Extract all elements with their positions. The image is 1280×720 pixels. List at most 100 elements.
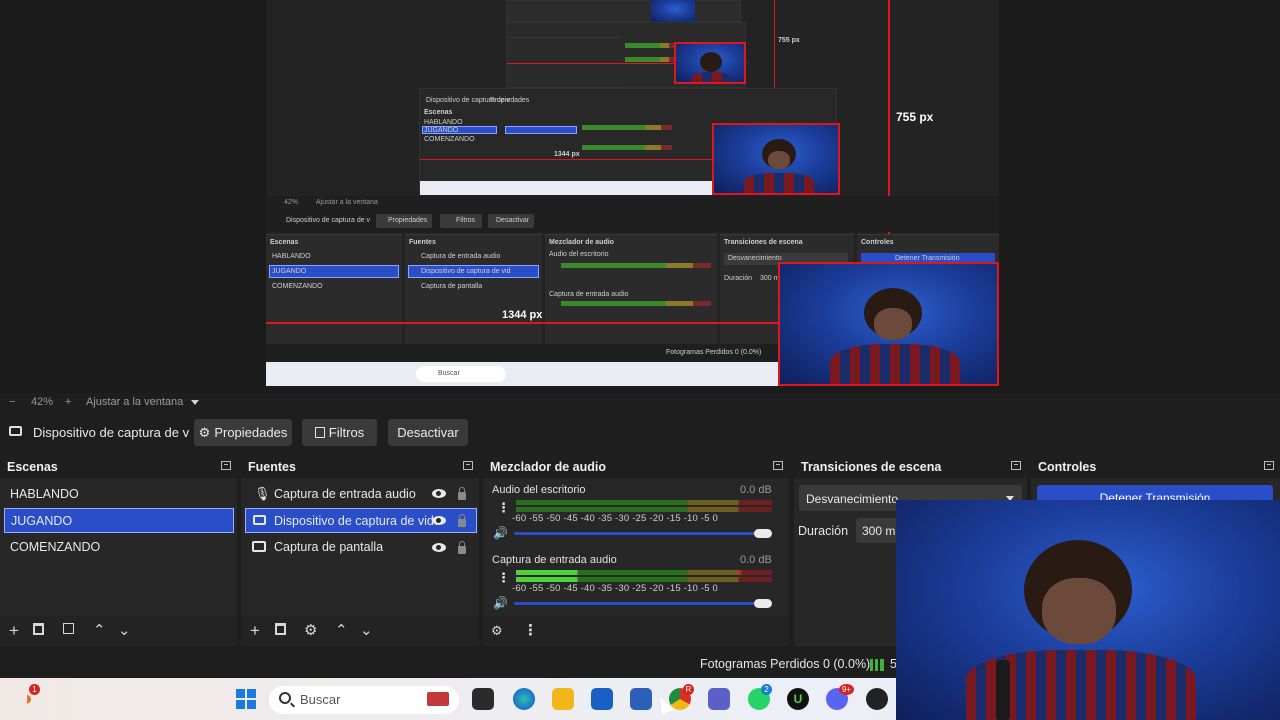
- outlook-icon[interactable]: [630, 688, 652, 710]
- scene-filters-icon[interactable]: [63, 623, 74, 634]
- add-scene-icon[interactable]: +: [9, 622, 19, 639]
- undock-icon[interactable]: [1011, 461, 1021, 470]
- chrome-badge: R: [683, 684, 694, 695]
- filter-icon: [314, 427, 325, 438]
- nested-capture-top: [506, 0, 741, 22]
- fit-to-window-label[interactable]: Ajustar a la ventana: [86, 396, 183, 408]
- nested-webcam-small: [674, 42, 746, 84]
- desktop-audio-slider[interactable]: [514, 532, 764, 535]
- source-toolbar: Dispositivo de captura de v ⚙ Propiedade…: [0, 414, 1280, 452]
- camera-icon: [9, 426, 22, 436]
- controls-title-text: Controles: [1038, 460, 1097, 474]
- zoom-in-button[interactable]: +: [65, 396, 71, 408]
- advanced-audio-icon[interactable]: ⚙: [491, 623, 503, 638]
- mixer-title: Mezclador de audio: [483, 456, 789, 478]
- filters-button[interactable]: Filtros: [302, 419, 377, 446]
- px-label-horizontal: 1344 px: [502, 309, 543, 321]
- channel-mic-label: Captura de entrada audio: [492, 554, 617, 566]
- nested-zoom: 42%: [284, 199, 299, 206]
- scenes-toolbar: + ⌃ ⌄: [0, 616, 237, 646]
- scene-item-jugando[interactable]: JUGANDO: [4, 508, 234, 533]
- sources-title-text: Fuentes: [248, 460, 296, 474]
- visibility-eye-icon[interactable]: [432, 489, 446, 498]
- remove-scene-icon[interactable]: [33, 623, 44, 635]
- visibility-eye-icon[interactable]: [432, 543, 446, 552]
- webcam-overlay: [896, 500, 1280, 720]
- teams-icon[interactable]: [708, 688, 730, 710]
- channel-mic-db: 0.0 dB: [740, 554, 772, 566]
- chevron-down-icon[interactable]: [191, 400, 199, 405]
- source-settings-icon[interactable]: ⚙: [304, 623, 317, 638]
- nested-fit: Ajustar a la ventana: [316, 199, 378, 206]
- desktop-audio-meter: [516, 500, 772, 512]
- scene-item-hablando[interactable]: HABLANDO: [4, 482, 234, 507]
- windows-start-icon[interactable]: [235, 688, 257, 710]
- undock-icon[interactable]: [773, 461, 783, 470]
- camera-icon: [253, 515, 266, 525]
- nested-source-1: Captura de entrada audio: [421, 253, 501, 260]
- edge-browser-icon[interactable]: [513, 688, 535, 710]
- move-down-icon[interactable]: ⌄: [118, 623, 131, 638]
- lock-icon[interactable]: [458, 541, 466, 554]
- dropped-frames: Fotogramas Perdidos 0 (0.0%): [700, 657, 871, 671]
- channel-menu-icon[interactable]: ⋮: [497, 570, 510, 586]
- volume-icon[interactable]: 🔊: [493, 596, 508, 610]
- program-preview[interactable]: 755 px Dispositivo de captura de v Propi…: [0, 0, 1280, 393]
- microphone-icon: 🎙: [254, 486, 271, 501]
- move-up-icon[interactable]: ⌃: [93, 623, 106, 638]
- microphone-stand: [996, 660, 1010, 720]
- nested-scene-3b: COMENZANDO: [272, 283, 323, 290]
- nested-duration-value: 300 m: [760, 275, 780, 282]
- obs-icon[interactable]: [866, 688, 888, 710]
- deactivate-label: Desactivar: [397, 425, 459, 440]
- add-source-icon[interactable]: +: [250, 622, 260, 639]
- slider-knob[interactable]: [754, 529, 772, 538]
- lock-icon[interactable]: [458, 514, 466, 527]
- selected-source-webcam[interactable]: [778, 262, 999, 386]
- source-label: Captura de pantalla: [274, 540, 384, 554]
- task-view-icon[interactable]: [472, 688, 494, 710]
- scene-item-comenzando[interactable]: COMENZANDO: [4, 535, 234, 560]
- nested-source-3: Captura de pantalla: [421, 283, 483, 290]
- px-label-vertical: 755 px: [896, 110, 934, 124]
- meter-scale: -60 -55 -50 -45 -40 -35 -30 -25 -20 -15 …: [512, 513, 719, 524]
- taskbar-search[interactable]: Buscar: [269, 686, 459, 714]
- nested-scenes-title: Escenas: [424, 109, 453, 116]
- store-icon[interactable]: [591, 688, 613, 710]
- mic-audio-slider[interactable]: [514, 602, 764, 605]
- lock-icon[interactable]: [458, 487, 466, 500]
- nested-sources-title: Fuentes: [409, 239, 436, 246]
- duration-label: Duración: [798, 524, 849, 538]
- nested-scene-1b: HABLANDO: [272, 253, 311, 260]
- move-up-icon[interactable]: ⌃: [335, 623, 348, 638]
- channel-desktop-audio-label: Audio del escritorio: [492, 484, 586, 496]
- nested-filters-2: Filtros: [456, 217, 476, 224]
- channel-desktop-audio-db: 0.0 dB: [740, 484, 772, 496]
- gear-icon: ⚙: [198, 424, 211, 440]
- utorrent-icon[interactable]: U: [787, 688, 809, 710]
- search-icon: [279, 692, 291, 704]
- mixer-toolbar: ⚙ ⋮: [483, 616, 789, 646]
- nested-scene-2b: JUGANDO: [272, 268, 307, 275]
- channel-menu-icon[interactable]: ⋮: [497, 500, 510, 516]
- undock-icon[interactable]: [1264, 461, 1274, 470]
- volume-icon[interactable]: 🔊: [493, 526, 508, 540]
- mixer-menu-icon[interactable]: ⋮: [523, 623, 538, 638]
- properties-button[interactable]: ⚙ Propiedades: [194, 419, 292, 446]
- visibility-eye-icon[interactable]: [432, 516, 446, 525]
- undock-icon[interactable]: [221, 461, 231, 470]
- move-down-icon[interactable]: ⌄: [360, 623, 373, 638]
- transitions-title: Transiciones de escena: [794, 456, 1027, 478]
- mic-audio-meter: [516, 570, 772, 582]
- nested-scene-2: JUGANDO: [424, 127, 459, 134]
- remove-source-icon[interactable]: [275, 623, 286, 635]
- discord-badge: 9+: [839, 684, 854, 695]
- slider-knob[interactable]: [754, 599, 772, 608]
- deactivate-button[interactable]: Desactivar: [388, 419, 468, 446]
- mixer-title-text: Mezclador de audio: [490, 460, 606, 474]
- zoom-out-button[interactable]: −: [9, 396, 15, 408]
- undock-icon[interactable]: [463, 461, 473, 470]
- search-placeholder: Buscar: [300, 692, 341, 707]
- nested-source-2: Dispositivo de captura de vid: [421, 268, 511, 275]
- file-explorer-icon[interactable]: [552, 688, 574, 710]
